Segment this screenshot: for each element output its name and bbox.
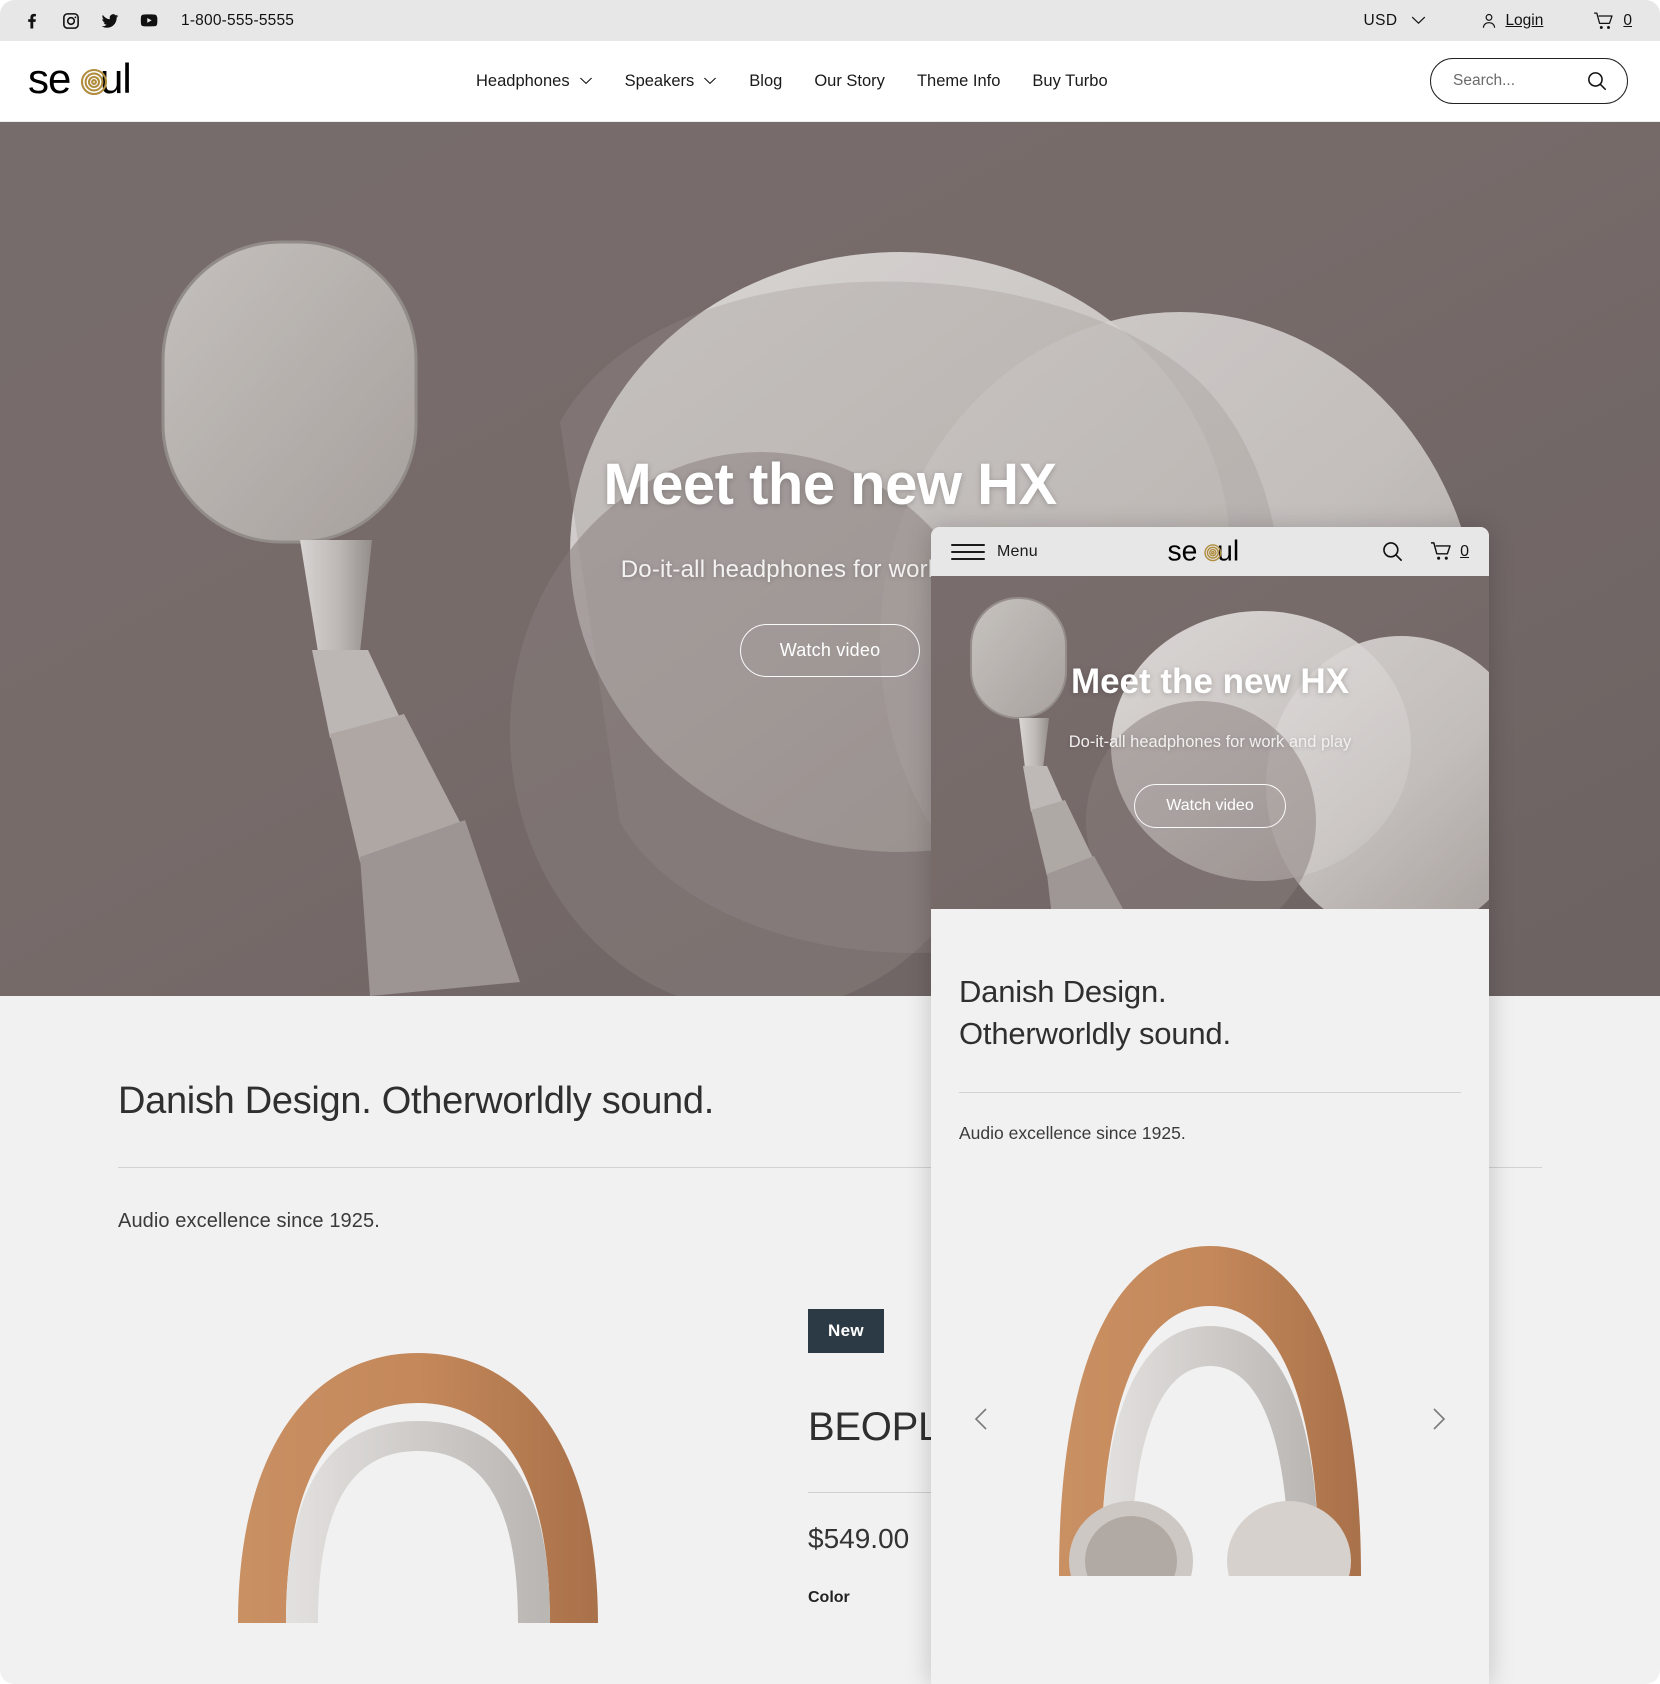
login-link[interactable]: Login: [1480, 12, 1543, 30]
mobile-hero-banner: Meet the new HX Do-it-all headphones for…: [931, 576, 1489, 909]
nav-item-buy-turbo[interactable]: Buy Turbo: [1032, 72, 1107, 91]
divider: [959, 1091, 1461, 1093]
login-label: Login: [1505, 11, 1544, 29]
mobile-logo[interactable]: se ul: [1162, 535, 1258, 569]
watch-video-button[interactable]: Watch video: [739, 624, 921, 677]
carousel-next-icon[interactable]: [1425, 1406, 1451, 1432]
announcement-bar: 1-800-555-5555 USD Login 0: [0, 0, 1660, 41]
nav-item-our-story[interactable]: Our Story: [814, 72, 885, 91]
mobile-header: Menu se ul 0: [931, 527, 1489, 576]
mobile-product-carousel[interactable]: [959, 1205, 1461, 1576]
nav-label: Theme Info: [916, 71, 1001, 90]
mobile-section-subtitle: Audio excellence since 1925.: [959, 1122, 1186, 1143]
hamburger-menu-icon[interactable]: [951, 543, 985, 560]
mobile-section-title: Danish Design. Otherworldly sound.: [959, 909, 1461, 1055]
nav-item-headphones[interactable]: Headphones: [476, 72, 593, 91]
mobile-preview-panel: Menu se ul 0 Meet the new HX Do-it-all h…: [931, 527, 1489, 1684]
site-logo[interactable]: se ul: [28, 57, 148, 105]
new-badge: New: [808, 1309, 884, 1353]
nav-label: Buy Turbo: [1032, 71, 1108, 90]
mobile-menu-label[interactable]: Menu: [997, 543, 1038, 561]
currency-value: USD: [1363, 11, 1398, 29]
mobile-features-section: Danish Design. Otherworldly sound. Audio…: [931, 909, 1489, 1576]
main-navigation: Headphones Speakers Blog Our Story Theme…: [476, 72, 1108, 91]
search-input[interactable]: [1453, 72, 1585, 90]
svg-text:se: se: [28, 57, 70, 102]
nav-label: Headphones: [476, 71, 570, 90]
instagram-icon[interactable]: [61, 11, 81, 31]
mobile-section-title-line2: Otherworldly sound.: [959, 1015, 1231, 1051]
mobile-hero-content: Meet the new HX Do-it-all headphones for…: [931, 576, 1489, 909]
chevron-down-icon: [703, 77, 717, 85]
hero-title: Meet the new HX: [603, 452, 1057, 517]
logo-mark: se ul: [1168, 535, 1240, 567]
mobile-watch-video-button[interactable]: Watch video: [1134, 783, 1286, 828]
nav-label: Blog: [749, 71, 783, 90]
site-header: se ul Headphones Speakers Blog Our Story…: [0, 41, 1660, 122]
chevron-down-icon: [1411, 16, 1426, 25]
search-button[interactable]: [1585, 69, 1609, 93]
currency-selector[interactable]: USD: [1364, 12, 1427, 30]
search-box[interactable]: [1430, 58, 1628, 104]
cart-icon: [1430, 540, 1453, 563]
phone-number[interactable]: 1-800-555-5555: [181, 12, 294, 30]
mobile-product-image-headphones: [959, 1205, 1461, 1576]
mobile-search-icon[interactable]: [1381, 540, 1404, 563]
youtube-icon[interactable]: [139, 11, 159, 31]
search-icon: [1586, 70, 1608, 92]
nav-item-blog[interactable]: Blog: [749, 72, 782, 91]
cart-link[interactable]: 0: [1593, 12, 1632, 30]
nav-item-speakers[interactable]: Speakers: [625, 72, 718, 91]
social-links: [22, 11, 159, 31]
svg-text:se: se: [1168, 535, 1198, 567]
browser-window: 1-800-555-5555 USD Login 0 se ul Headpho…: [0, 0, 1660, 1684]
logo-mark: se ul: [28, 57, 132, 102]
mobile-cart-link[interactable]: 0: [1430, 540, 1469, 563]
product-image-headphones: [118, 1293, 808, 1623]
nav-label: Our Story: [814, 71, 885, 90]
mobile-section-title-line1: Danish Design.: [959, 974, 1167, 1009]
nav-item-theme-info[interactable]: Theme Info: [917, 72, 1000, 91]
cart-icon: [1593, 11, 1615, 30]
twitter-icon[interactable]: [100, 11, 120, 31]
mobile-cart-count: 0: [1460, 542, 1469, 560]
nav-label: Speakers: [624, 71, 695, 90]
mobile-hero-title: Meet the new HX: [1070, 662, 1350, 702]
mobile-hero-subtitle: Do-it-all headphones for work and play: [1068, 733, 1352, 752]
facebook-icon[interactable]: [22, 11, 42, 31]
user-icon: [1480, 12, 1498, 30]
svg-text:ul: ul: [100, 57, 131, 102]
product-image[interactable]: [118, 1293, 808, 1623]
chevron-down-icon: [579, 77, 593, 85]
cart-count: 0: [1623, 11, 1632, 29]
carousel-prev-icon[interactable]: [969, 1406, 995, 1432]
